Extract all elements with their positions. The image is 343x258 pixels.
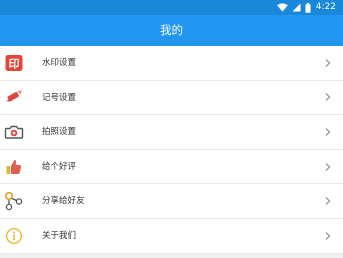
- battery-icon: [305, 2, 311, 13]
- chevron-right-icon: [325, 162, 331, 171]
- status-time: 4:22: [315, 2, 336, 12]
- page-title: 我的: [160, 23, 183, 37]
- menu-item-marker-settings[interactable]: 记号设置: [0, 81, 343, 116]
- chevron-right-icon: [325, 127, 331, 136]
- settings-menu: 印 水印设置 记号设置 拍照设置 给个好评 分享给好友 关于我们: [0, 46, 343, 254]
- menu-item-label: 给个好评: [42, 161, 77, 172]
- menu-item-label: 关于我们: [42, 230, 77, 241]
- menu-item-label: 水印设置: [42, 58, 77, 68]
- chevron-right-icon: [325, 231, 331, 240]
- chevron-right-icon: [325, 58, 331, 67]
- watermark-icon: 印: [3, 52, 25, 74]
- menu-item-rate-us[interactable]: 给个好评: [0, 150, 343, 185]
- marker-icon: [3, 86, 25, 108]
- status-icons: 4:22: [276, 1, 336, 14]
- menu-item-camera-settings[interactable]: 拍照设置: [0, 115, 343, 150]
- share-icon: [3, 190, 25, 212]
- watermark-icon-glyph: 印: [9, 57, 20, 70]
- menu-item-label: 分享给好友: [42, 196, 85, 207]
- app-bar: 我的: [0, 15, 343, 46]
- menu-item-about-us[interactable]: 关于我们: [0, 219, 343, 254]
- signal-icon: [292, 3, 301, 12]
- camera-icon: [3, 121, 25, 143]
- status-bar: 4:22: [0, 0, 343, 15]
- wifi-icon: [276, 3, 288, 12]
- menu-item-watermark-settings[interactable]: 印 水印设置: [0, 46, 343, 81]
- chevron-right-icon: [325, 93, 331, 102]
- info-icon: [3, 225, 25, 247]
- menu-item-label: 记号设置: [42, 92, 77, 103]
- bottom-strip: [0, 254, 343, 258]
- thumbs-up-icon: [3, 156, 25, 178]
- menu-item-share-with-friends[interactable]: 分享给好友: [0, 184, 343, 219]
- menu-item-label: 拍照设置: [42, 127, 77, 138]
- chevron-right-icon: [325, 197, 331, 206]
